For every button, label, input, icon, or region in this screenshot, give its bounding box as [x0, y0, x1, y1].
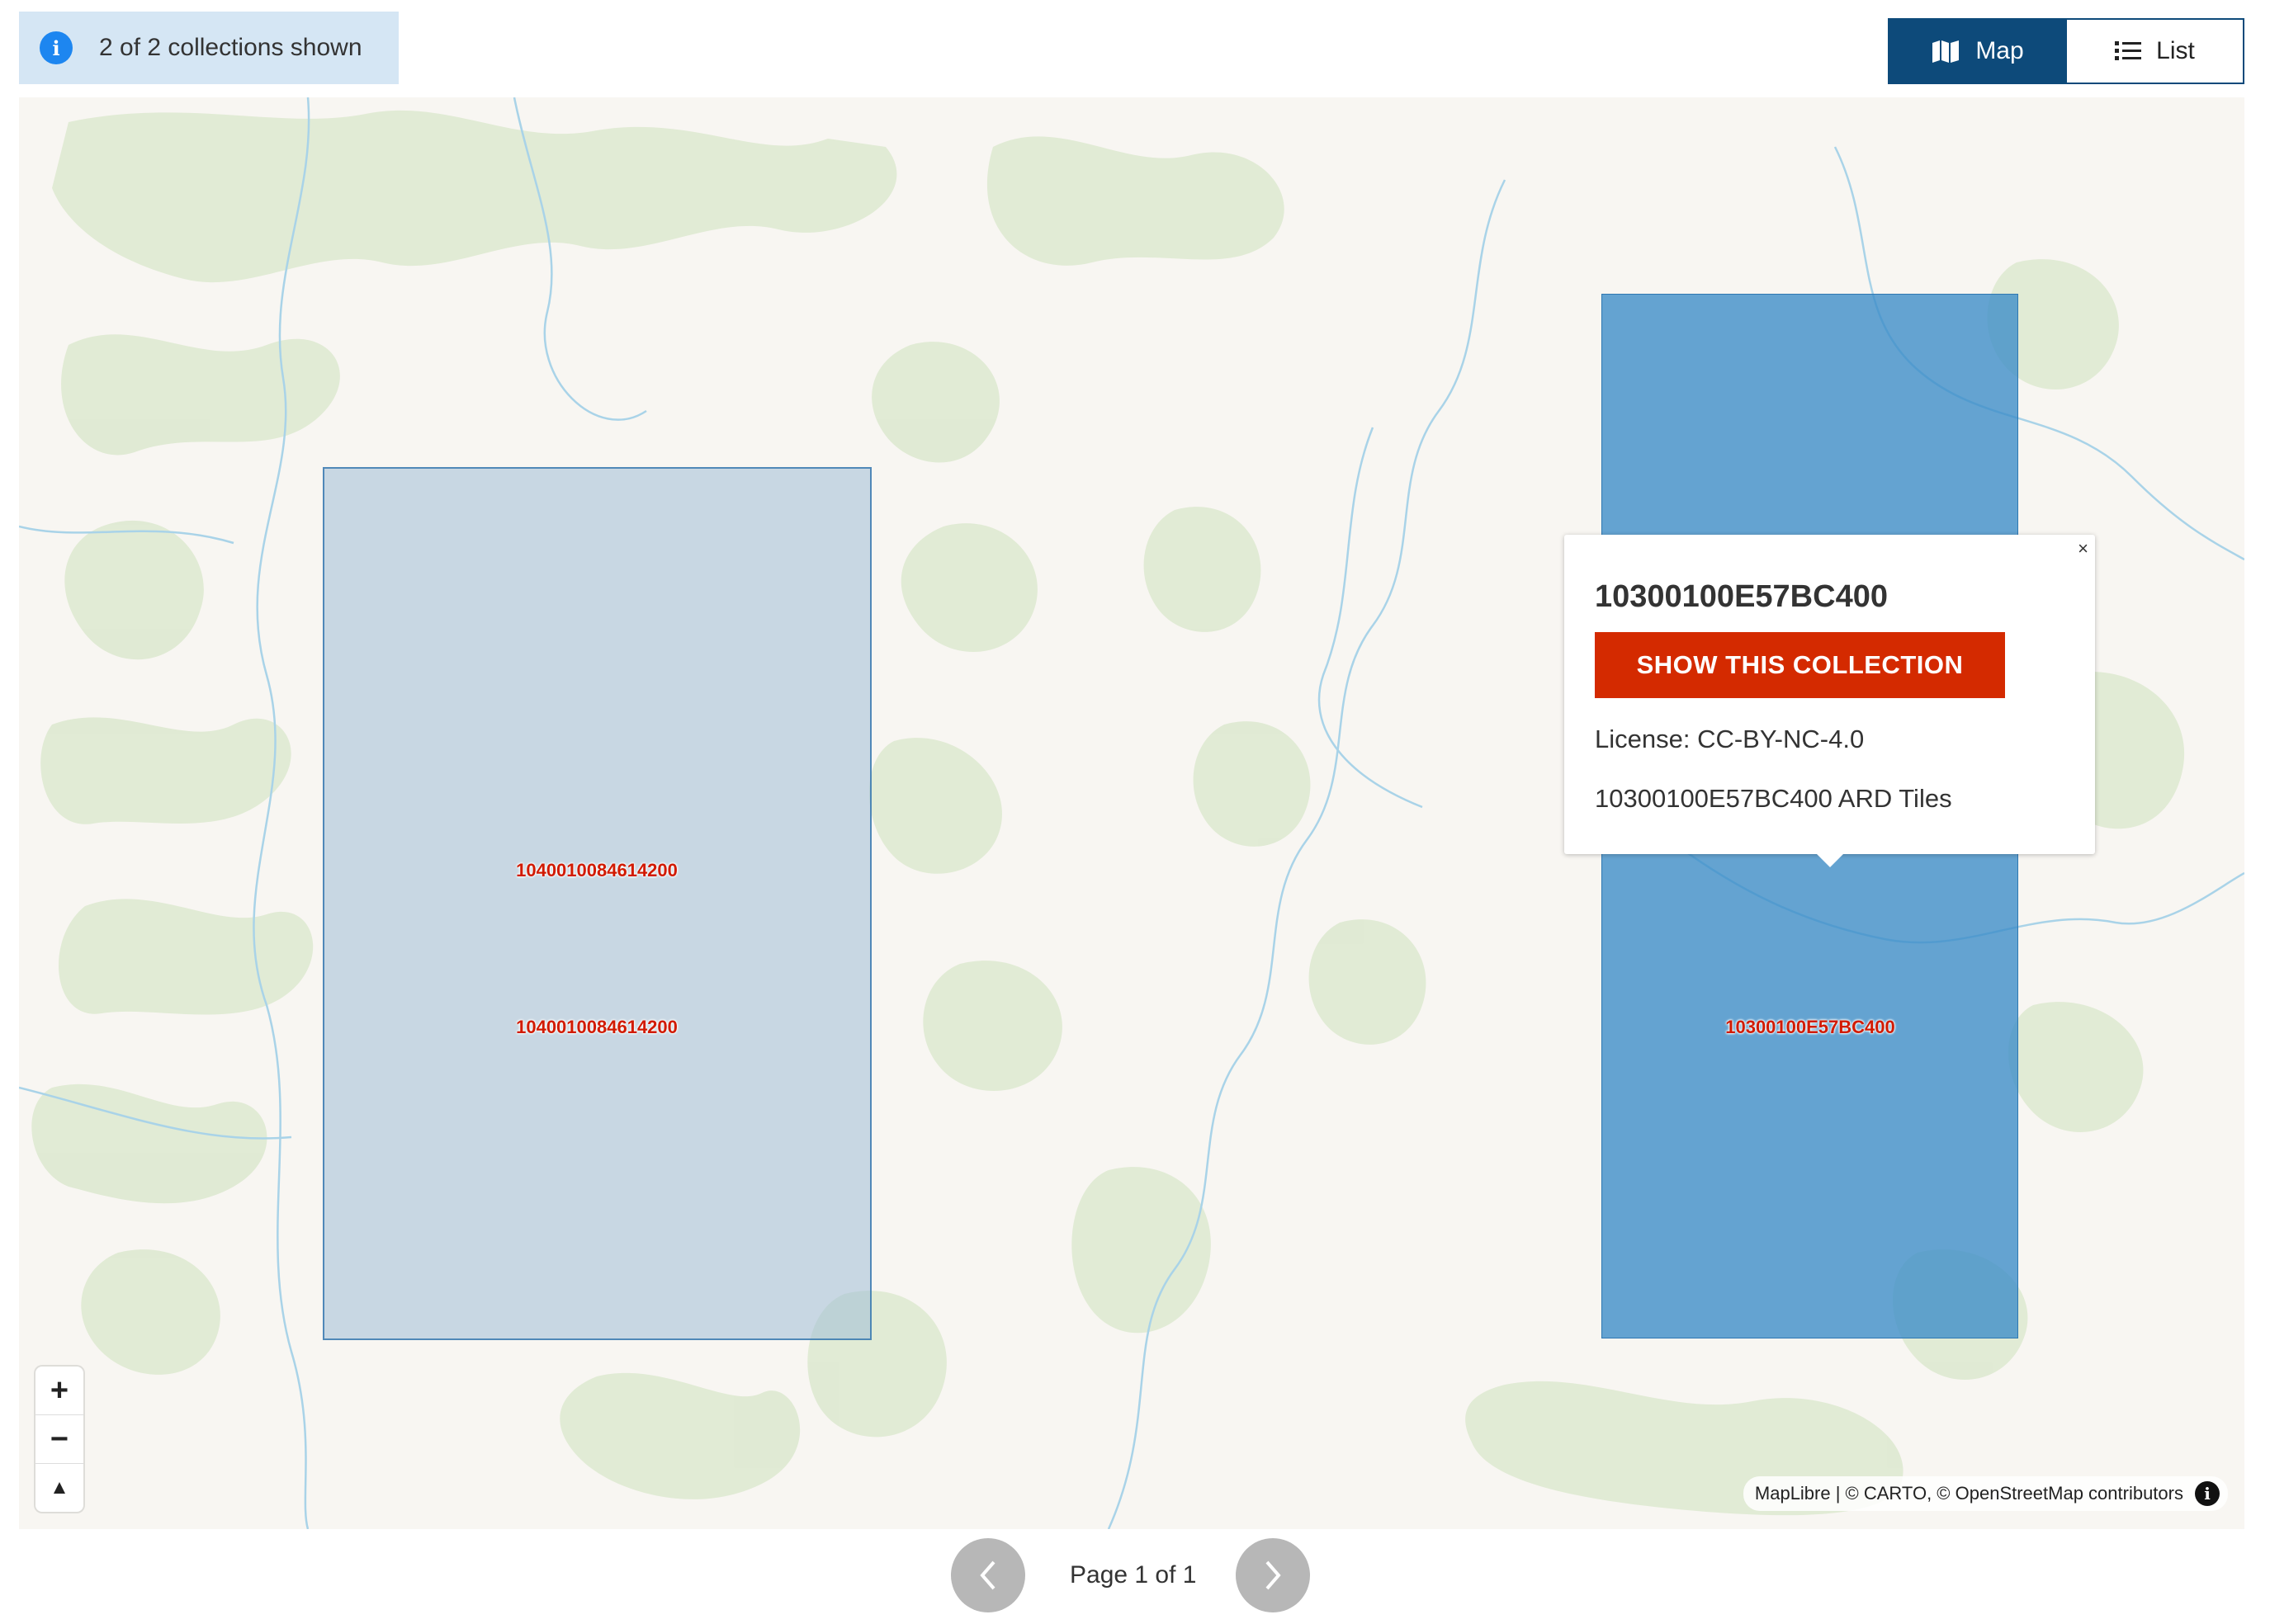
footprint-1040010084614200[interactable]	[323, 467, 872, 1340]
collections-count-text: 2 of 2 collections shown	[99, 34, 362, 61]
close-icon[interactable]: ×	[2078, 538, 2088, 559]
map-view-label: Map	[1975, 37, 2024, 64]
compass-icon[interactable]: ▲	[35, 1464, 83, 1512]
collections-info-bar: i 2 of 2 collections shown	[19, 12, 399, 84]
info-icon: i	[40, 31, 73, 64]
show-collection-button[interactable]: SHOW THIS COLLECTION	[1595, 632, 2005, 698]
ard-tiles-text: 10300100E57BC400 ARD Tiles	[1595, 784, 1952, 813]
footprint-label: 10300100E57BC400	[1725, 1017, 1895, 1037]
map-canvas[interactable]: 1040010084614200 1040010084614200 103001…	[19, 97, 2244, 1529]
map-view-button[interactable]: Map	[1889, 20, 2065, 83]
attribution-text: MapLibre | © CARTO, © OpenStreetMap cont…	[1754, 1483, 2183, 1504]
footprint-label: 1040010084614200	[516, 860, 678, 880]
popup-title: 10300100E57BC400	[1595, 579, 1888, 614]
prev-page-button[interactable]	[951, 1538, 1025, 1612]
zoom-in-button[interactable]: +	[35, 1367, 83, 1415]
next-page-button[interactable]	[1236, 1538, 1310, 1612]
chevron-left-icon	[980, 1560, 995, 1590]
pagination: Page 1 of 1	[0, 1538, 2270, 1612]
collection-popup: × 10300100E57BC400 SHOW THIS COLLECTION …	[1564, 535, 2095, 867]
footprint-label: 1040010084614200	[516, 1017, 678, 1037]
list-view-label: List	[2156, 37, 2195, 64]
chevron-right-icon	[1265, 1560, 1281, 1590]
zoom-control: + − ▲	[35, 1367, 83, 1512]
page-indicator: Page 1 of 1	[1070, 1561, 1197, 1589]
license-text: License: CC-BY-NC-4.0	[1595, 725, 1865, 753]
zoom-out-button[interactable]: −	[35, 1415, 83, 1464]
map-icon	[1932, 40, 1960, 63]
map-attribution: MapLibre | © CARTO, © OpenStreetMap cont…	[1743, 1476, 2228, 1511]
view-toggle: Map List	[1888, 18, 2244, 84]
attribution-info-icon[interactable]: i	[2195, 1481, 2220, 1506]
popup-tip	[1815, 852, 1845, 867]
list-icon	[2115, 41, 2142, 60]
list-view-button[interactable]: List	[2065, 20, 2243, 83]
